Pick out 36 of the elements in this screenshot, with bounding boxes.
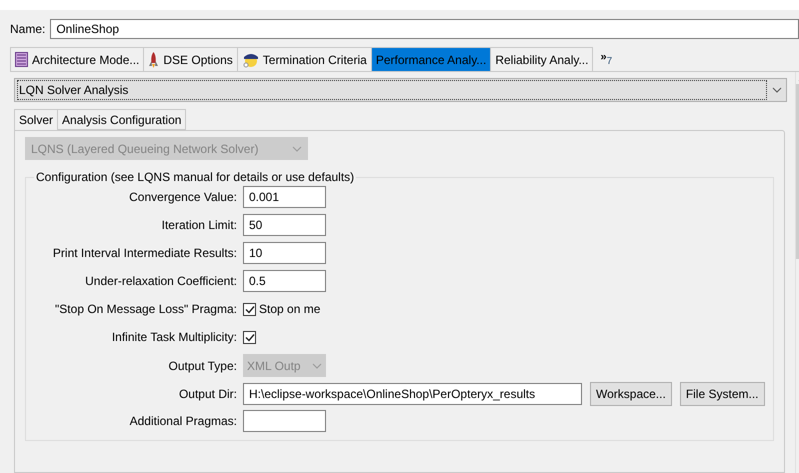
field-label: Iteration Limit: xyxy=(160,218,237,232)
chevron-down-icon xyxy=(312,362,322,368)
group-title: Configuration (see LQNS manual for details or use defaults) xyxy=(35,170,356,184)
input-field[interactable] xyxy=(243,410,326,432)
browse-button[interactable]: Workspace... xyxy=(590,382,672,406)
name-label: Name: xyxy=(10,22,46,36)
tab[interactable]: Analysis Configuration xyxy=(57,109,186,130)
field-label: Infinite Task Multiplicity: xyxy=(110,330,237,344)
more-tabs-button[interactable]: »7 xyxy=(592,47,620,71)
tab[interactable]: Performance Analy... xyxy=(370,47,492,71)
field-label: "Stop On Message Loss" Pragma: xyxy=(54,302,237,316)
field-label: Print Interval Intermediate Results: xyxy=(52,246,237,260)
rocket-icon xyxy=(148,52,160,68)
input-field[interactable]: 0.001 xyxy=(243,186,326,208)
field-label: Output Dir: xyxy=(178,387,237,401)
input-field[interactable]: H:\eclipse-workspace\OnlineShop\PerOpteryx_results xyxy=(243,383,582,405)
analysis-dropdown[interactable]: LQN Solver Analysis xyxy=(14,78,786,102)
input-field[interactable]: 10 xyxy=(243,242,326,264)
checkbox[interactable] xyxy=(243,330,256,344)
browse-button[interactable]: File System... xyxy=(680,382,764,406)
tab[interactable]: Architecture Mode... xyxy=(10,47,144,71)
field-label: Convergence Value: xyxy=(128,190,237,204)
tab[interactable]: DSE Options xyxy=(143,47,238,71)
name-field[interactable]: OnlineShop xyxy=(50,18,799,38)
officer-icon xyxy=(242,51,259,68)
list-icon xyxy=(15,52,28,67)
field-label: Output Type: xyxy=(168,358,237,372)
chevron-down-icon xyxy=(292,146,302,152)
field-label: Additional Pragmas: xyxy=(128,414,237,428)
tab[interactable]: Reliability Analy... xyxy=(490,47,594,71)
field-label: Under-relaxation Coefficient: xyxy=(84,274,237,288)
input-field[interactable]: 0.5 xyxy=(243,270,326,292)
input-field[interactable]: 50 xyxy=(243,214,326,236)
checkbox[interactable] xyxy=(243,302,256,316)
chevron-down-icon xyxy=(772,87,782,93)
checkbox-label[interactable]: Stop on me xyxy=(259,302,320,316)
